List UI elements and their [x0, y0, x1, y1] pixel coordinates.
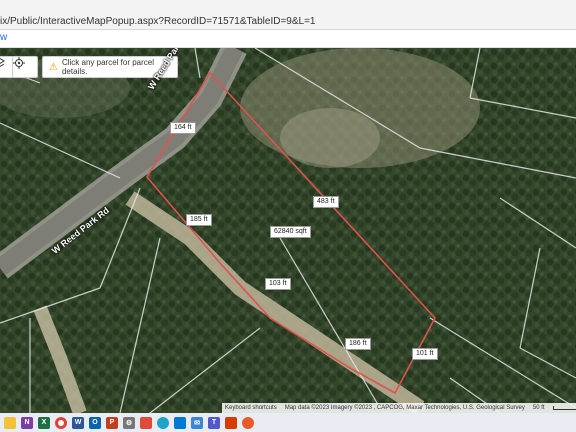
settings-icon[interactable]: ⚙ — [123, 416, 135, 429]
onenote-icon[interactable]: N — [21, 416, 33, 429]
acrobat-icon[interactable] — [225, 416, 237, 429]
edge-icon[interactable] — [157, 416, 169, 429]
excel-icon[interactable]: X — [38, 416, 50, 429]
map-attribution: Keyboard shortcuts Map data ©2023 Imager… — [222, 403, 576, 413]
edge-label-top: 164 ft — [170, 122, 196, 134]
parcel-area-label: 62840 sqft — [270, 226, 311, 238]
teams-icon[interactable]: T — [208, 416, 220, 429]
crosshair-icon — [13, 57, 25, 69]
mail-icon[interactable]: ✉ — [191, 416, 203, 429]
keyboard-shortcuts-link[interactable]: Keyboard shortcuts — [225, 405, 277, 411]
file-explorer-icon[interactable] — [4, 416, 16, 429]
scale-label: 50 ft — [532, 405, 545, 411]
address-bar[interactable]: ix/Public/InteractiveMapPopup.aspx?Recor… — [0, 0, 576, 30]
page-tab-strip: w — [0, 30, 576, 48]
app-icon[interactable] — [242, 416, 254, 429]
edge-label-corner: 101 ft — [412, 348, 438, 360]
edge-label-left: 185 ft — [186, 214, 212, 226]
powerpoint-icon[interactable]: P — [106, 416, 118, 429]
warning-icon: ⚠ — [49, 61, 58, 73]
map-view[interactable]: ⚠ Click any parcel for parcel details. W… — [0, 48, 576, 413]
word-icon[interactable]: W — [72, 416, 84, 429]
outlook-icon[interactable]: O — [89, 416, 101, 429]
layers-icon — [0, 58, 5, 67]
edge-label-bottom-mid: 103 ft — [265, 278, 291, 290]
locate-button[interactable] — [12, 56, 38, 78]
edge-label-bottom-right: 186 ft — [345, 338, 371, 350]
photos-icon[interactable] — [140, 416, 152, 429]
taskbar: N X W O P ⚙ ✉ T — [0, 413, 576, 432]
url-text[interactable]: ix/Public/InteractiveMapPopup.aspx?Recor… — [0, 16, 315, 27]
tab-fragment[interactable]: w — [0, 32, 7, 43]
map-data-credit: Map data ©2023 Imagery ©2023 , CAPCOG, M… — [284, 405, 525, 411]
scale-bar — [552, 406, 576, 410]
store-icon[interactable] — [174, 416, 186, 429]
chrome-icon[interactable] — [55, 416, 67, 429]
edge-label-right-long: 483 ft — [313, 196, 339, 208]
